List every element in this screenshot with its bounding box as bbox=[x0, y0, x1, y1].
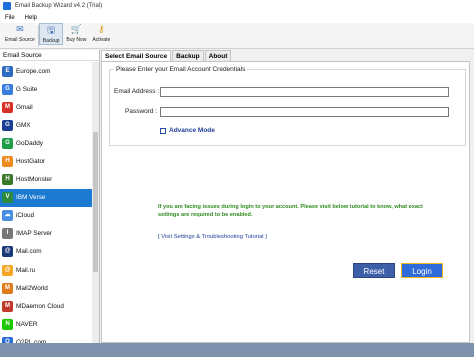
mail-com-logo-icon: @ bbox=[2, 246, 13, 258]
sidebar-item-label: Mail2World bbox=[16, 284, 48, 292]
advance-mode-checkbox[interactable]: Advance Mode bbox=[160, 127, 215, 134]
sidebar-item-label: HostMonster bbox=[16, 176, 53, 184]
icloud-logo-icon: ☁ bbox=[2, 210, 13, 222]
credentials-group-title: Please Enter your Email Account Credenti… bbox=[114, 66, 248, 73]
mail-source-icon: ✉ bbox=[16, 24, 24, 34]
email-address-input[interactable] bbox=[160, 87, 449, 97]
checkbox-icon bbox=[160, 127, 166, 134]
app-icon bbox=[3, 2, 11, 10]
password-input[interactable] bbox=[160, 107, 449, 117]
sidebar-scrollbar[interactable] bbox=[92, 62, 99, 343]
sidebar-item-imap-server[interactable]: I IMAP Server bbox=[0, 225, 92, 243]
main-panel: Please Enter your Email Account Credenti… bbox=[101, 61, 470, 343]
sidebar-item-label: Europe.com bbox=[16, 67, 51, 75]
sidebar-item-naver[interactable]: N NAVER bbox=[0, 315, 92, 333]
europe-com-logo-icon: E bbox=[2, 65, 13, 77]
sidebar-item-hostgator[interactable]: H HostGator bbox=[0, 152, 92, 170]
email-address-label: Email Address : bbox=[114, 88, 160, 95]
backup-icon: 🖫 bbox=[47, 25, 55, 35]
sidebar-item-label: NAVER bbox=[16, 320, 38, 328]
sidebar-item-mail2world[interactable]: M Mail2World bbox=[0, 279, 92, 297]
mail2world-logo-icon: M bbox=[2, 282, 13, 294]
sidebar-item-g-suite[interactable]: GG Suite bbox=[0, 80, 92, 98]
email-source-tool-button[interactable]: ✉ Email Source bbox=[2, 23, 38, 43]
sidebar-item-label: MDaemon Cloud bbox=[16, 302, 64, 310]
sidebar-item-mail-com[interactable]: @ Mail.com bbox=[0, 243, 92, 261]
menu-file[interactable]: File bbox=[5, 15, 15, 21]
window-title: Email Backup Wizard v4.2 (Trial) bbox=[15, 3, 103, 9]
godaddy-logo-icon: G bbox=[2, 137, 13, 149]
mail-ru-logo-icon: @ bbox=[2, 264, 13, 276]
sidebar-item-icloud[interactable]: ☁ iCloud bbox=[0, 207, 92, 225]
g-suite-logo-icon: G bbox=[2, 83, 13, 95]
sidebar-item-label: Gmail bbox=[16, 103, 33, 111]
sidebar-item-gmx[interactable]: G GMX bbox=[0, 116, 92, 134]
sidebar-item-label: GMX bbox=[16, 121, 31, 129]
menu-bar: File Help bbox=[0, 12, 474, 23]
sidebar-item-godaddy[interactable]: G GoDaddy bbox=[0, 134, 92, 152]
sidebar-item-gmail[interactable]: M Gmail bbox=[0, 98, 92, 116]
reset-button[interactable]: Reset bbox=[353, 263, 395, 278]
mdaemon-cloud-logo-icon: M bbox=[2, 300, 13, 312]
hostmonster-logo-icon: H bbox=[2, 174, 13, 186]
sidebar-item-mdaemon-cloud[interactable]: M MDaemon Cloud bbox=[0, 297, 92, 315]
buy-now-tool-button[interactable]: 🛒 Buy Now bbox=[63, 23, 89, 43]
hostgator-logo-icon: H bbox=[2, 156, 13, 168]
sidebar-item-label: iCloud bbox=[16, 212, 35, 220]
backup-tool-button[interactable]: 🖫 Backup bbox=[38, 23, 64, 45]
cart-icon: 🛒 bbox=[70, 24, 83, 34]
credentials-group: Please Enter your Email Account Credenti… bbox=[109, 66, 466, 146]
email-source-list: E Europe.com G G Suite M Gmail G GMX G GoDaddy H Ho… bbox=[0, 62, 92, 343]
toolbar: ✉ Email Source 🖫 Backup 🛒 Buy Now ⚷ Acti… bbox=[0, 23, 474, 49]
sidebar-item-label: IMAP Server bbox=[16, 230, 53, 238]
sidebar-item-o2pl-com[interactable]: O O2PL.com bbox=[0, 333, 92, 343]
imap-server-logo-icon: I bbox=[2, 228, 13, 240]
status-bar bbox=[0, 343, 474, 357]
key-icon: ⚷ bbox=[98, 24, 105, 34]
menu-help[interactable]: Help bbox=[25, 15, 37, 21]
advance-mode-label: Advance Mode bbox=[169, 127, 215, 134]
gmail-logo-icon: M bbox=[2, 101, 13, 113]
naver-logo-icon: N bbox=[2, 318, 13, 330]
sidebar-header: Email Source bbox=[0, 50, 99, 61]
sidebar-item-europe-com[interactable]: E Europe.com bbox=[0, 62, 92, 80]
sidebar-item-label: IBM Verse bbox=[16, 194, 46, 202]
scrollbar-thumb[interactable] bbox=[93, 132, 98, 272]
sidebar-item-label: G Suite bbox=[16, 85, 38, 93]
sidebar-item-ibm-verse[interactable]: V IBM Verse bbox=[0, 188, 92, 207]
login-button[interactable]: Login bbox=[401, 263, 443, 278]
sidebar-item-label: HostGator bbox=[16, 158, 46, 166]
email-source-sidebar: Email Source E Europe.com G G Suite M Gmail G G… bbox=[0, 50, 100, 343]
sidebar-item-hostmonster[interactable]: H HostMonster bbox=[0, 171, 92, 189]
login-help-text: If you are facing issues during login to… bbox=[158, 204, 423, 218]
title-bar: Email Backup Wizard v4.2 (Trial) bbox=[0, 0, 474, 12]
ibm-verse-logo-icon: V bbox=[2, 192, 13, 204]
gmx-logo-icon: G bbox=[2, 119, 13, 131]
sidebar-item-label: Mail.ru bbox=[16, 266, 36, 274]
sidebar-item-label: GoDaddy bbox=[16, 139, 43, 147]
tutorial-link[interactable]: [ Visit Settings & Troubleshooting Tutor… bbox=[158, 234, 267, 240]
sidebar-item-mail-ru[interactable]: @ Mail.ru bbox=[0, 261, 92, 279]
sidebar-item-label: Mail.com bbox=[16, 248, 42, 256]
password-label: Password : bbox=[125, 108, 158, 115]
activate-tool-button[interactable]: ⚷ Activate bbox=[89, 23, 113, 43]
